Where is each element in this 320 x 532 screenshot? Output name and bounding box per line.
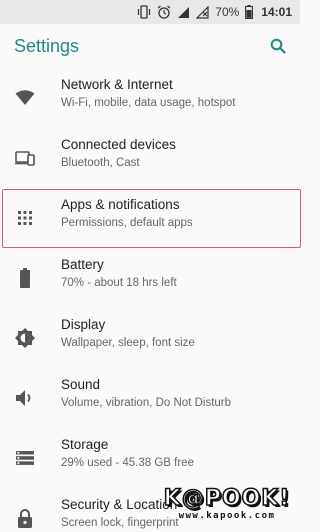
settings-item-network[interactable]: Network & Internet Wi-Fi, mobile, data u…	[0, 68, 300, 128]
battery-icon	[245, 5, 254, 19]
settings-item-subtitle: Wi-Fi, mobile, data usage, hotspot	[61, 97, 236, 109]
vibrate-icon	[137, 5, 151, 19]
brightness-icon	[14, 327, 36, 349]
apps-grid-icon	[14, 207, 36, 229]
settings-item-subtitle: Bluetooth, Cast	[61, 157, 140, 169]
settings-item-storage[interactable]: Storage 29% used - 45.38 GB free	[0, 428, 300, 488]
settings-item-display[interactable]: Display Wallpaper, sleep, font size	[0, 308, 300, 368]
app-bar: Settings	[0, 24, 300, 68]
settings-item-apps-notifications[interactable]: Apps & notifications Permissions, defaul…	[0, 188, 301, 248]
settings-list: Network & Internet Wi-Fi, mobile, data u…	[0, 68, 301, 532]
wifi-icon	[14, 87, 36, 109]
settings-item-sound[interactable]: Sound Volume, vibration, Do Not Disturb	[0, 368, 300, 428]
settings-item-connected-devices[interactable]: Connected devices Bluetooth, Cast	[0, 128, 300, 188]
watermark-url: www.kapook.com	[178, 511, 276, 521]
settings-item-subtitle: 29% used - 45.38 GB free	[61, 457, 194, 469]
settings-item-label: Battery	[61, 257, 104, 272]
battery-percent: 70%	[215, 5, 240, 19]
clock-time: 14:01	[261, 5, 292, 19]
watermark: K@POOK! www.kapook.com	[157, 482, 297, 526]
settings-item-label: Storage	[61, 437, 109, 452]
no-signal-icon	[196, 5, 209, 19]
settings-item-label: Sound	[61, 377, 101, 392]
settings-item-battery[interactable]: Battery 70% - about 18 hrs left	[0, 248, 300, 308]
page-title: Settings	[14, 35, 80, 56]
settings-item-label: Network & Internet	[61, 77, 173, 92]
settings-item-subtitle: 70% - about 18 hrs left	[61, 277, 177, 289]
storage-icon	[14, 447, 36, 469]
settings-item-label: Apps & notifications	[61, 197, 180, 212]
settings-item-subtitle: Permissions, default apps	[61, 217, 193, 229]
battery-icon	[14, 267, 36, 289]
watermark-logo: K@POOK!	[163, 486, 291, 512]
settings-item-label: Display	[61, 317, 106, 332]
settings-item-subtitle: Volume, vibration, Do Not Disturb	[61, 397, 232, 409]
volume-icon	[14, 387, 36, 409]
status-bar: 70% 14:01	[0, 0, 300, 24]
lock-icon	[14, 507, 36, 529]
alarm-icon	[157, 5, 171, 19]
signal-icon	[177, 6, 190, 19]
settings-item-label: Connected devices	[61, 137, 176, 152]
settings-item-subtitle: Wallpaper, sleep, font size	[61, 337, 195, 349]
search-icon[interactable]	[270, 38, 286, 54]
devices-icon	[14, 147, 36, 169]
